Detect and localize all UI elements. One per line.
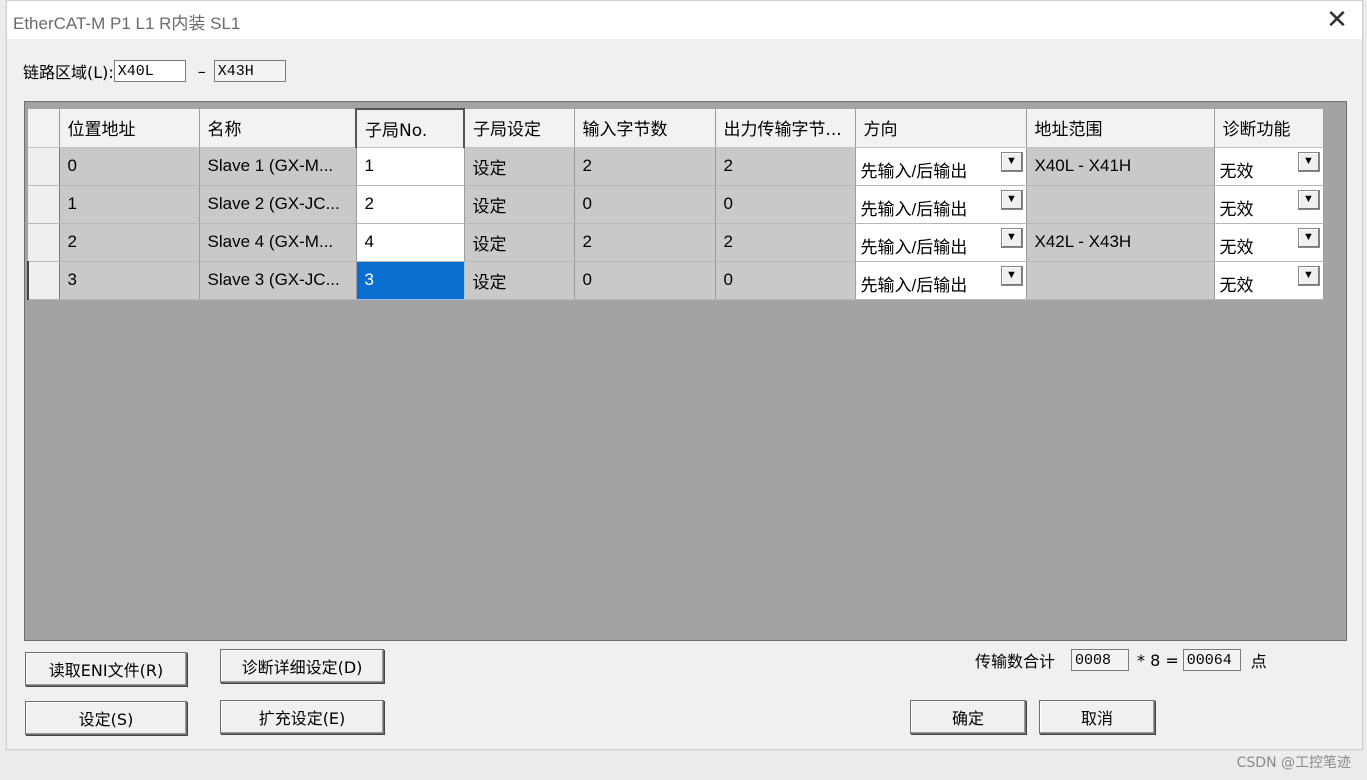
name-cell: Slave 3 (GX-JC... <box>199 261 357 300</box>
link-area-from-input[interactable]: X40L <box>113 60 186 82</box>
chevron-down-icon[interactable]: ▼ <box>1297 151 1320 172</box>
diagnosis-select[interactable]: 无效 ▼ <box>1214 147 1324 186</box>
position-cell: 3 <box>59 261 200 300</box>
title-bar: EtherCAT-M P1 L1 R内装 SL1 ✕ <box>7 1 1362 39</box>
diagnosis-select[interactable]: 无效 ▼ <box>1214 261 1324 300</box>
address-range-cell <box>1026 185 1215 224</box>
row-header[interactable] <box>28 147 60 186</box>
ok-button[interactable]: 确定 <box>910 700 1026 734</box>
window-title: EtherCAT-M P1 L1 R内装 SL1 <box>13 14 241 33</box>
link-area-separator: – <box>197 61 206 81</box>
diagnosis-select[interactable]: 无效 ▼ <box>1214 185 1324 224</box>
setting-cell[interactable]: 设定 <box>464 223 575 262</box>
transfer-unit: 点 <box>1250 652 1267 671</box>
header-station-no[interactable]: 子局No. <box>355 108 465 148</box>
row-header[interactable] <box>28 223 60 262</box>
transfer-multiplier: * 8 = <box>1137 650 1179 670</box>
setting-cell[interactable]: 设定 <box>464 147 575 186</box>
direction-value: 先输入/后输出 <box>860 161 968 181</box>
expand-settings-button[interactable]: 扩充设定(E) <box>220 700 384 734</box>
diagnosis-value: 无效 <box>1219 199 1254 219</box>
position-cell: 2 <box>59 223 200 262</box>
address-range-cell: X42L - X43H <box>1026 223 1215 262</box>
output-bytes-cell: 2 <box>715 147 856 186</box>
output-bytes-cell: 0 <box>715 261 856 300</box>
chevron-down-icon[interactable]: ▼ <box>1297 227 1320 248</box>
transfer-count-field: 0008 <box>1071 649 1130 671</box>
slave-table-frame: 位置地址 名称 子局No. 子局设定 输入字节数 出力传输字节... 方向 地址… <box>24 101 1347 641</box>
link-area-to-field: X43H <box>213 60 286 82</box>
table-row: 0 Slave 1 (GX-M... 1 设定 2 2 先输入/后输出 ▼ X4… <box>28 147 1324 186</box>
diagnosis-value: 无效 <box>1219 161 1254 181</box>
input-bytes-cell: 0 <box>574 261 716 300</box>
transfer-total-row: 传输数合计 0008 * 8 = 00064 点 <box>975 647 1267 673</box>
input-bytes-cell: 0 <box>574 185 716 224</box>
direction-select[interactable]: 先输入/后输出 ▼ <box>855 261 1027 300</box>
table-row: 1 Slave 2 (GX-JC... 2 设定 0 0 先输入/后输出 ▼ 无… <box>28 185 1324 224</box>
direction-select[interactable]: 先输入/后输出 ▼ <box>855 185 1027 224</box>
station-no-input[interactable]: 4 <box>356 223 465 262</box>
address-range-cell: X40L - X41H <box>1026 147 1215 186</box>
direction-value: 先输入/后输出 <box>860 275 968 295</box>
corner-header <box>28 109 60 148</box>
direction-value: 先输入/后输出 <box>860 199 968 219</box>
output-bytes-cell: 0 <box>715 185 856 224</box>
link-area-label: 链路区域(L): <box>23 63 114 82</box>
table-row: 2 Slave 4 (GX-M... 4 设定 2 2 先输入/后输出 ▼ X4… <box>28 223 1324 262</box>
diagnosis-value: 无效 <box>1219 275 1254 295</box>
read-eni-button[interactable]: 读取ENI文件(R) <box>25 652 187 686</box>
name-cell: Slave 4 (GX-M... <box>199 223 357 262</box>
station-no-input[interactable]: 3 <box>355 260 465 300</box>
input-bytes-cell: 2 <box>574 147 716 186</box>
table-header-row: 位置地址 名称 子局No. 子局设定 输入字节数 出力传输字节... 方向 地址… <box>28 108 1324 148</box>
position-cell: 0 <box>59 147 200 186</box>
header-diagnosis[interactable]: 诊断功能 <box>1214 109 1324 148</box>
address-range-cell <box>1026 261 1215 300</box>
diag-detail-button[interactable]: 诊断详细设定(D) <box>220 649 384 683</box>
settings-button[interactable]: 设定(S) <box>25 701 187 735</box>
row-header[interactable] <box>28 185 60 224</box>
cancel-button[interactable]: 取消 <box>1039 700 1155 734</box>
header-name[interactable]: 名称 <box>199 109 357 148</box>
direction-select[interactable]: 先输入/后输出 ▼ <box>855 223 1027 262</box>
station-no-input[interactable]: 1 <box>356 147 465 186</box>
link-area-row: 链路区域(L): X40L – X43H <box>23 59 286 83</box>
chevron-down-icon[interactable]: ▼ <box>1297 189 1320 210</box>
output-bytes-cell: 2 <box>715 223 856 262</box>
header-address-range[interactable]: 地址范围 <box>1026 109 1215 148</box>
setting-cell[interactable]: 设定 <box>464 185 575 224</box>
table-row: 3 Slave 3 (GX-JC... 3 设定 0 0 先输入/后输出 ▼ 无… <box>27 260 1324 300</box>
chevron-down-icon[interactable]: ▼ <box>1000 189 1023 210</box>
station-no-input[interactable]: 2 <box>356 185 465 224</box>
header-position[interactable]: 位置地址 <box>59 109 200 148</box>
direction-select[interactable]: 先输入/后输出 ▼ <box>855 147 1027 186</box>
chevron-down-icon[interactable]: ▼ <box>1000 151 1023 172</box>
header-station-setting[interactable]: 子局设定 <box>464 109 575 148</box>
header-direction[interactable]: 方向 <box>855 109 1027 148</box>
dialog-window: EtherCAT-M P1 L1 R内装 SL1 ✕ 链路区域(L): X40L… <box>6 0 1363 750</box>
diagnosis-value: 无效 <box>1219 237 1254 257</box>
close-icon[interactable]: ✕ <box>1322 5 1352 35</box>
chevron-down-icon[interactable]: ▼ <box>1000 227 1023 248</box>
transfer-total-label: 传输数合计 <box>975 652 1056 671</box>
name-cell: Slave 1 (GX-M... <box>199 147 357 186</box>
diagnosis-select[interactable]: 无效 ▼ <box>1214 223 1324 262</box>
name-cell: Slave 2 (GX-JC... <box>199 185 357 224</box>
input-bytes-cell: 2 <box>574 223 716 262</box>
header-input-bytes[interactable]: 输入字节数 <box>574 109 716 148</box>
position-cell: 1 <box>59 185 200 224</box>
watermark: CSDN @工控笔迹 <box>1236 755 1351 771</box>
row-header[interactable] <box>27 261 60 300</box>
header-output-bytes[interactable]: 出力传输字节... <box>715 109 856 148</box>
slave-table: 位置地址 名称 子局No. 子局设定 输入字节数 出力传输字节... 方向 地址… <box>27 108 1324 300</box>
setting-cell[interactable]: 设定 <box>464 261 575 300</box>
transfer-total-field: 00064 <box>1182 649 1241 671</box>
chevron-down-icon[interactable]: ▼ <box>1297 265 1320 286</box>
chevron-down-icon[interactable]: ▼ <box>1000 265 1023 286</box>
direction-value: 先输入/后输出 <box>860 237 968 257</box>
